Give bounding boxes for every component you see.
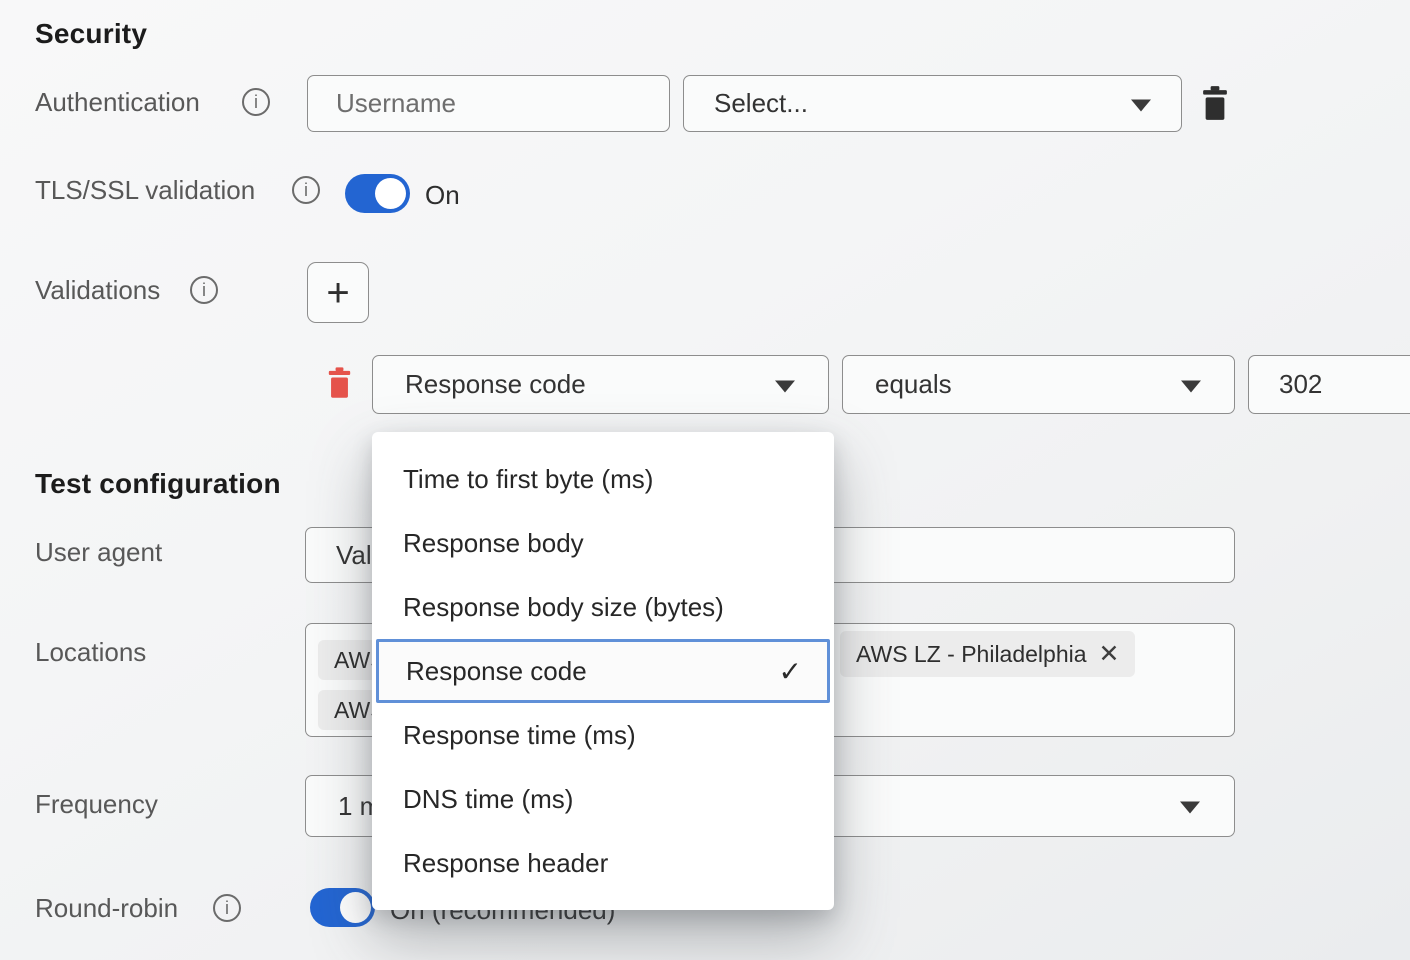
- tls-ssl-validation-label: TLS/SSL validation: [35, 175, 255, 206]
- delete-validation-button[interactable]: [326, 367, 353, 398]
- locations-label: Locations: [35, 637, 146, 668]
- location-chip-label: AWS LZ - Philadelphia: [856, 641, 1087, 668]
- trash-icon: [1200, 86, 1230, 120]
- menu-item-response-header[interactable]: Response header: [372, 831, 834, 895]
- menu-item-label: Response header: [403, 848, 608, 879]
- trash-icon: [326, 367, 353, 398]
- authentication-label: Authentication: [35, 87, 200, 118]
- menu-item-response-body[interactable]: Response body: [372, 511, 834, 575]
- username-placeholder: Username: [336, 88, 456, 119]
- user-agent-label: User agent: [35, 537, 162, 568]
- validation-field-select[interactable]: Response code: [372, 355, 829, 414]
- menu-item-label: Response body size (bytes): [403, 592, 724, 623]
- menu-item-time-to-first-byte[interactable]: Time to first byte (ms): [372, 447, 834, 511]
- menu-item-response-body-size[interactable]: Response body size (bytes): [372, 575, 834, 639]
- synthetic-test-settings-page: Security Authentication i Username Selec…: [0, 0, 1410, 960]
- validation-comparator-value: equals: [875, 369, 952, 400]
- validation-field-value: Response code: [405, 369, 586, 400]
- chevron-down-icon: [1181, 380, 1201, 392]
- menu-item-dns-time[interactable]: DNS time (ms): [372, 767, 834, 831]
- validation-value-input[interactable]: 302: [1248, 355, 1410, 414]
- menu-item-label: DNS time (ms): [403, 784, 573, 815]
- checkmark-icon: ✓: [779, 655, 802, 688]
- tls-ssl-info-icon[interactable]: i: [292, 176, 320, 204]
- validation-value: 302: [1279, 369, 1322, 400]
- remove-chip-icon[interactable]: ✕: [1099, 642, 1120, 667]
- menu-item-response-time[interactable]: Response time (ms): [372, 703, 834, 767]
- test-configuration-heading: Test configuration: [35, 468, 281, 500]
- round-robin-label: Round-robin: [35, 893, 178, 924]
- validations-label: Validations: [35, 275, 160, 306]
- delete-authentication-button[interactable]: [1200, 86, 1230, 120]
- chevron-down-icon: [775, 380, 795, 392]
- auth-type-value: Select...: [714, 88, 808, 119]
- frequency-label: Frequency: [35, 789, 158, 820]
- chevron-down-icon: [1180, 801, 1200, 813]
- validation-field-dropdown-menu: Time to first byte (ms) Response body Re…: [372, 432, 834, 910]
- menu-item-label: Time to first byte (ms): [403, 464, 653, 495]
- toggle-knob: [340, 892, 371, 923]
- round-robin-toggle[interactable]: [310, 888, 375, 927]
- user-agent-value: Val: [336, 540, 372, 571]
- validation-comparator-select[interactable]: equals: [842, 355, 1235, 414]
- username-input[interactable]: Username: [307, 75, 670, 132]
- plus-icon: +: [326, 273, 349, 313]
- validations-info-icon[interactable]: i: [190, 276, 218, 304]
- auth-type-select[interactable]: Select...: [683, 75, 1182, 132]
- location-chip[interactable]: AWS LZ - Philadelphia ✕: [840, 631, 1135, 677]
- menu-item-label: Response code: [406, 656, 587, 687]
- menu-item-response-code[interactable]: Response code ✓: [376, 639, 830, 703]
- authentication-info-icon[interactable]: i: [242, 88, 270, 116]
- tls-ssl-state-label: On: [425, 180, 460, 211]
- round-robin-info-icon[interactable]: i: [213, 894, 241, 922]
- add-validation-button[interactable]: +: [307, 262, 369, 323]
- menu-item-label: Response time (ms): [403, 720, 636, 751]
- tls-ssl-toggle[interactable]: [345, 174, 410, 213]
- toggle-knob: [375, 178, 406, 209]
- menu-item-label: Response body: [403, 528, 584, 559]
- security-heading: Security: [35, 18, 147, 50]
- chevron-down-icon: [1131, 99, 1151, 111]
